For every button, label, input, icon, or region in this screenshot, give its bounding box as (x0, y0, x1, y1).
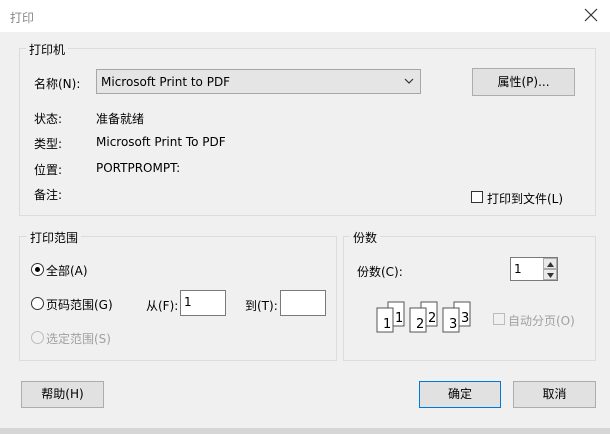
range-selection-radio[interactable] (31, 331, 44, 344)
collate-page-label: 1 (383, 317, 391, 332)
from-label: 从(F): (146, 299, 179, 313)
chevron-down-icon (404, 78, 414, 84)
arrow-down-icon (547, 273, 554, 278)
type-label: 类型: (34, 137, 63, 151)
window-title: 打印 (10, 11, 35, 25)
collate-page-label: 2 (428, 311, 436, 326)
where-label: 位置: (34, 163, 63, 177)
collate-checkbox[interactable] (493, 313, 505, 325)
copies-group (343, 236, 596, 361)
range-selection-label[interactable]: 选定范围(S) (46, 330, 111, 347)
copies-spin-up-button[interactable] (543, 258, 557, 269)
comment-label: 备注: (34, 188, 63, 202)
collate-pages-icon: 1 1 2 2 3 3 (376, 301, 471, 333)
cancel-button[interactable]: 取消 (513, 381, 596, 408)
printer-group-label: 打印机 (26, 41, 69, 58)
where-value: PORTPROMPT: (96, 161, 181, 175)
to-label: 到(T): (245, 299, 278, 313)
close-icon (584, 8, 598, 22)
properties-button[interactable]: 属性(P)... (472, 68, 575, 96)
collate-page-label: 1 (395, 311, 403, 326)
range-pages-radio[interactable] (31, 297, 44, 310)
help-button[interactable]: 帮助(H) (21, 381, 104, 408)
to-page-input[interactable] (280, 290, 326, 316)
range-pages-label[interactable]: 页码范围(G) (46, 296, 113, 313)
collate-page-label: 2 (416, 317, 424, 332)
close-button[interactable] (574, 0, 610, 32)
printer-name-value: Microsoft Print to PDF (101, 75, 231, 89)
print-to-file-checkbox[interactable] (471, 191, 483, 203)
ok-button[interactable]: 确定 (419, 381, 501, 408)
background-window-edge (0, 428, 610, 434)
printer-name-label: 名称(N): (34, 77, 81, 91)
from-page-input[interactable]: 1 (180, 290, 226, 316)
collate-page-label: 3 (461, 311, 469, 326)
printer-name-select[interactable]: Microsoft Print to PDF (96, 69, 421, 94)
type-value: Microsoft Print To PDF (96, 135, 226, 149)
arrow-up-icon (547, 262, 554, 267)
copies-group-label: 份数 (350, 229, 381, 246)
copies-label: 份数(C): (357, 265, 403, 279)
print-to-file-label[interactable]: 打印到文件(L) (487, 190, 563, 207)
print-range-group-label: 打印范围 (27, 229, 82, 246)
collate-label[interactable]: 自动分页(O) (508, 312, 575, 329)
copies-spin-down-button[interactable] (543, 269, 557, 280)
range-all-radio[interactable] (31, 263, 44, 276)
status-value: 准备就绪 (96, 112, 145, 126)
status-label: 状态: (34, 112, 63, 126)
range-all-label[interactable]: 全部(A) (46, 262, 88, 279)
title-bar: 打印 (0, 0, 610, 32)
collate-page-label: 3 (449, 317, 457, 332)
